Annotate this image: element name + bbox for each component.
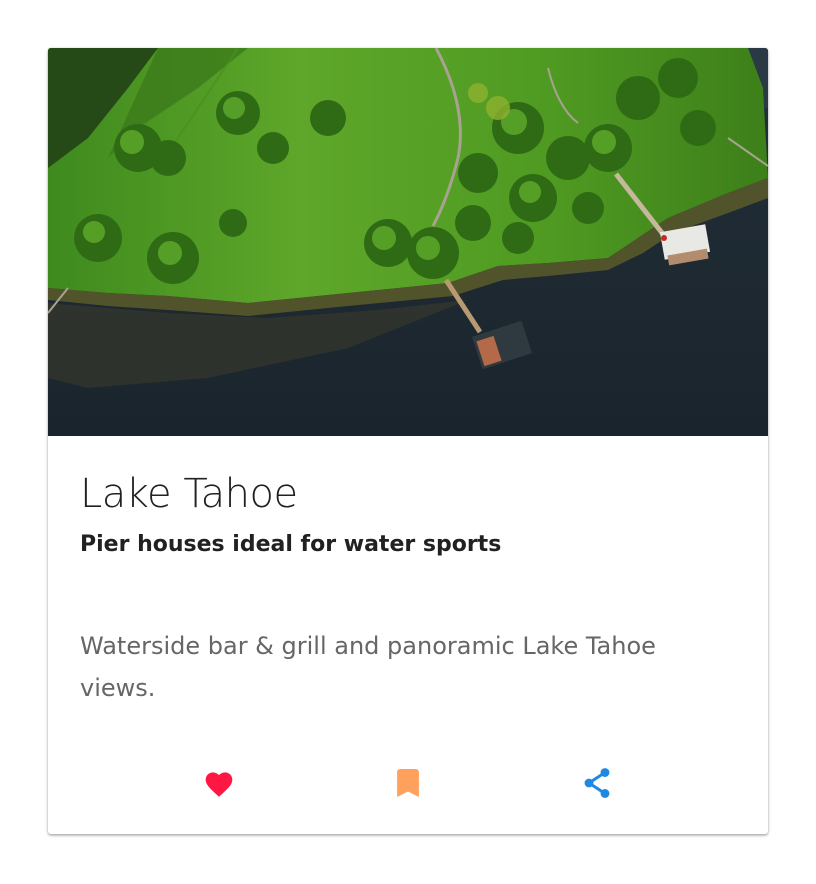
place-card: Lake Tahoe Pier houses ideal for water s… [48,48,768,834]
bookmark-button[interactable] [384,758,432,808]
card-title: Lake Tahoe [80,471,298,517]
share-icon [582,767,612,799]
card-actions [48,758,768,808]
heart-icon [203,768,235,798]
card-subtitle: Pier houses ideal for water sports [80,532,502,557]
like-button[interactable] [195,758,243,808]
card-description: Waterside bar & grill and panoramic Lake… [80,632,656,702]
bookmark-icon [397,769,419,797]
card-image [48,48,768,436]
share-button[interactable] [573,758,621,808]
